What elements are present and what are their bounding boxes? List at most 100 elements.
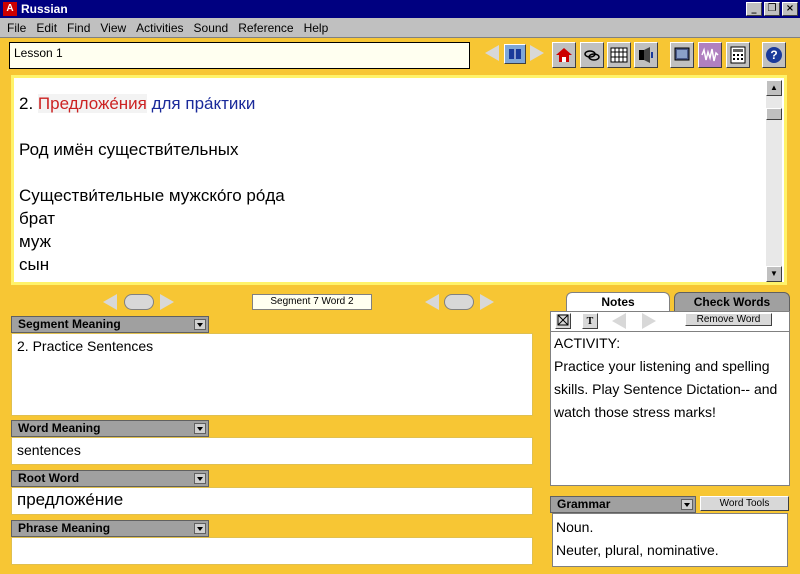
tab-notes-label: Notes xyxy=(601,295,635,309)
chevron-down-icon[interactable] xyxy=(194,523,206,534)
word-meaning-box: sentences xyxy=(11,437,533,465)
word-meaning-value: sentences xyxy=(17,442,81,458)
text-format-button[interactable]: T xyxy=(582,313,598,329)
grammar-label: Grammar xyxy=(557,497,611,511)
vertical-scrollbar[interactable]: ▲ ▼ xyxy=(766,80,782,282)
root-word-dropdown[interactable]: Root Word xyxy=(11,470,209,487)
svg-text:?: ? xyxy=(770,48,777,62)
calculator-icon xyxy=(730,46,746,64)
text-line: Существи́тельные мужско́го ро́да xyxy=(19,186,285,205)
grammar-line: Noun. xyxy=(556,519,594,535)
lesson-field[interactable]: Lesson 1 xyxy=(9,42,470,69)
menu-sound[interactable]: Sound xyxy=(189,21,234,35)
menu-find[interactable]: Find xyxy=(62,21,95,35)
text-line: Род имён существи́тельных xyxy=(19,140,239,159)
segment-meaning-box: 2. Practice Sentences xyxy=(11,333,533,416)
heading-number: 2. xyxy=(19,94,38,113)
link-button[interactable] xyxy=(580,42,604,68)
phrase-meaning-dropdown[interactable]: Phrase Meaning xyxy=(11,520,209,537)
menu-reference[interactable]: Reference xyxy=(233,21,298,35)
sentence-heading: 2. Предложе́ния для пра́ктики xyxy=(19,92,285,115)
root-word-label: Root Word xyxy=(18,471,80,485)
notes-resize-button[interactable] xyxy=(555,313,571,329)
menu-help[interactable]: Help xyxy=(299,21,334,35)
menu-bar: File Edit Find View Activities Sound Ref… xyxy=(0,18,800,38)
menu-view[interactable]: View xyxy=(95,21,131,35)
next-word-icon[interactable] xyxy=(480,294,494,310)
speaker-icon xyxy=(639,47,653,63)
next-segment-icon[interactable] xyxy=(160,294,174,310)
word-meaning-dropdown[interactable]: Word Meaning xyxy=(11,420,209,437)
notes-activity-label: ACTIVITY: xyxy=(554,335,621,351)
grammar-box: Noun. Neuter, plural, nominative. xyxy=(552,513,788,567)
phrase-meaning-box xyxy=(11,537,533,565)
segment-meaning-label: Segment Meaning xyxy=(18,317,121,331)
chevron-down-icon[interactable] xyxy=(681,499,693,510)
phrase-meaning-label: Phrase Meaning xyxy=(18,521,111,535)
grammar-line: Neuter, plural, nominative. xyxy=(556,542,719,558)
notes-prev-icon[interactable] xyxy=(612,313,626,329)
title-bar: A Russian _ ❐ × xyxy=(0,0,800,18)
prev-lesson-icon[interactable] xyxy=(485,45,499,61)
monitor-icon xyxy=(674,47,690,61)
calculator-button[interactable] xyxy=(726,42,750,68)
segment-meaning-value: 2. Practice Sentences xyxy=(17,338,154,354)
next-lesson-icon[interactable] xyxy=(530,45,544,61)
chevron-down-icon[interactable] xyxy=(194,423,206,434)
close-button[interactable]: × xyxy=(782,2,798,16)
segment-speech-button[interactable] xyxy=(124,294,154,310)
help-icon: ? xyxy=(766,47,782,63)
book-icon xyxy=(509,49,521,59)
chain-link-icon xyxy=(584,50,600,61)
waveform-button[interactable] xyxy=(698,42,722,68)
lesson-text-panel[interactable]: 2. Предложе́ния для пра́ктики Род имён с… xyxy=(11,75,787,285)
chevron-down-icon[interactable] xyxy=(194,473,206,484)
svg-text:T: T xyxy=(587,316,594,326)
home-button[interactable] xyxy=(552,42,576,68)
notes-box[interactable]: ACTIVITY: Practice your listening and sp… xyxy=(550,331,790,486)
screen-button[interactable] xyxy=(670,42,694,68)
expand-icon xyxy=(557,314,569,326)
remove-word-button[interactable]: Remove Word xyxy=(685,313,772,326)
text-format-icon: T xyxy=(587,316,594,327)
menu-edit[interactable]: Edit xyxy=(31,21,62,35)
help-button[interactable]: ? xyxy=(762,42,786,68)
notes-next-icon[interactable] xyxy=(642,313,656,329)
scroll-thumb[interactable] xyxy=(766,108,782,120)
tab-check-words[interactable]: Check Words xyxy=(674,292,790,312)
scroll-up-icon[interactable]: ▲ xyxy=(766,80,782,96)
grid-button[interactable] xyxy=(607,42,631,68)
grammar-dropdown[interactable]: Grammar xyxy=(550,496,696,513)
word-line: брат xyxy=(19,209,56,228)
segment-word-indicator: Segment 7 Word 2 xyxy=(252,294,372,310)
speaker-button[interactable] xyxy=(634,42,658,68)
root-word-box: предложе́ние xyxy=(11,487,533,515)
app-icon: A xyxy=(3,2,17,16)
heading-highlighted-word[interactable]: Предложе́ния xyxy=(37,94,147,113)
grid-icon xyxy=(610,47,628,63)
word-tools-button[interactable]: Word Tools xyxy=(700,496,789,511)
word-meaning-label: Word Meaning xyxy=(18,421,101,435)
segment-meaning-dropdown[interactable]: Segment Meaning xyxy=(11,316,209,333)
root-word-value: предложе́ние xyxy=(17,490,124,509)
menu-activities[interactable]: Activities xyxy=(131,21,188,35)
prev-word-icon[interactable] xyxy=(425,294,439,310)
minimize-button[interactable]: _ xyxy=(746,2,762,16)
tab-notes[interactable]: Notes xyxy=(566,292,670,312)
word-line: сын xyxy=(19,255,50,274)
prev-segment-icon[interactable] xyxy=(103,294,117,310)
book-button[interactable] xyxy=(504,44,526,64)
tab-check-words-label: Check Words xyxy=(693,295,771,309)
notes-activity-text: Practice your listening and spelling ski… xyxy=(554,358,778,420)
home-icon xyxy=(556,48,572,62)
chevron-down-icon[interactable] xyxy=(194,319,206,330)
restore-button[interactable]: ❐ xyxy=(764,2,780,16)
menu-file[interactable]: File xyxy=(2,21,31,35)
scroll-down-icon[interactable]: ▼ xyxy=(766,266,782,282)
remove-word-label: Remove Word xyxy=(696,314,761,325)
waveform-icon xyxy=(701,47,719,62)
window-title: Russian xyxy=(21,2,68,16)
word-line: муж xyxy=(19,232,51,251)
word-speech-button[interactable] xyxy=(444,294,474,310)
word-tools-label: Word Tools xyxy=(719,498,770,509)
